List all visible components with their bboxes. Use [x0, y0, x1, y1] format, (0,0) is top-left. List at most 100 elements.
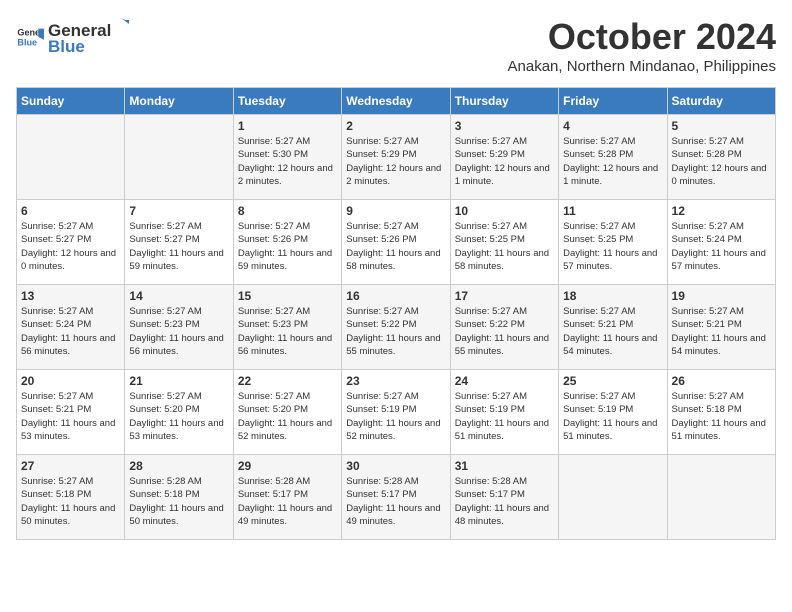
- column-header-sunday: Sunday: [17, 88, 125, 115]
- day-number: 25: [563, 374, 662, 388]
- day-content: Sunrise: 5:27 AM Sunset: 5:26 PM Dayligh…: [346, 220, 445, 273]
- logo-icon: General Blue: [16, 23, 44, 51]
- calendar-cell: 8 Sunrise: 5:27 AM Sunset: 5:26 PM Daylig…: [233, 200, 341, 285]
- month-title: October 2024: [508, 16, 777, 58]
- calendar-cell: [667, 455, 775, 540]
- calendar-header-row: SundayMondayTuesdayWednesdayThursdayFrid…: [17, 88, 776, 115]
- day-content: Sunrise: 5:27 AM Sunset: 5:18 PM Dayligh…: [21, 475, 120, 528]
- calendar-body: 1 Sunrise: 5:27 AM Sunset: 5:30 PM Daylig…: [17, 115, 776, 540]
- day-number: 14: [129, 289, 228, 303]
- day-number: 23: [346, 374, 445, 388]
- title-section: October 2024 Anakan, Northern Mindanao, …: [508, 16, 777, 75]
- day-number: 18: [563, 289, 662, 303]
- calendar-cell: 23 Sunrise: 5:27 AM Sunset: 5:19 PM Dayli…: [342, 370, 450, 455]
- day-content: Sunrise: 5:27 AM Sunset: 5:21 PM Dayligh…: [21, 390, 120, 443]
- day-content: Sunrise: 5:27 AM Sunset: 5:26 PM Dayligh…: [238, 220, 337, 273]
- calendar-cell: 6 Sunrise: 5:27 AM Sunset: 5:27 PM Daylig…: [17, 200, 125, 285]
- day-content: Sunrise: 5:28 AM Sunset: 5:17 PM Dayligh…: [238, 475, 337, 528]
- day-content: Sunrise: 5:27 AM Sunset: 5:20 PM Dayligh…: [129, 390, 228, 443]
- column-header-saturday: Saturday: [667, 88, 775, 115]
- calendar-cell: 14 Sunrise: 5:27 AM Sunset: 5:23 PM Dayli…: [125, 285, 233, 370]
- calendar-cell: 1 Sunrise: 5:27 AM Sunset: 5:30 PM Daylig…: [233, 115, 341, 200]
- calendar-cell: 24Sunrise: 5:27 AM Sunset: 5:19 PM Dayli…: [450, 370, 558, 455]
- day-content: Sunrise: 5:27 AM Sunset: 5:22 PM Dayligh…: [346, 305, 445, 358]
- day-number: 15: [238, 289, 337, 303]
- calendar-table: SundayMondayTuesdayWednesdayThursdayFrid…: [16, 87, 776, 540]
- day-number: 5: [672, 119, 771, 133]
- calendar-cell: 21 Sunrise: 5:27 AM Sunset: 5:20 PM Dayli…: [125, 370, 233, 455]
- day-content: Sunrise: 5:27 AM Sunset: 5:27 PM Dayligh…: [21, 220, 120, 273]
- calendar-cell: 22Sunrise: 5:27 AM Sunset: 5:20 PM Dayli…: [233, 370, 341, 455]
- day-content: Sunrise: 5:27 AM Sunset: 5:29 PM Dayligh…: [346, 135, 445, 188]
- day-number: 8: [238, 204, 337, 218]
- calendar-cell: 25 Sunrise: 5:27 AM Sunset: 5:19 PM Dayli…: [559, 370, 667, 455]
- day-number: 4: [563, 119, 662, 133]
- day-number: 26: [672, 374, 771, 388]
- day-content: Sunrise: 5:28 AM Sunset: 5:17 PM Dayligh…: [455, 475, 554, 528]
- day-content: Sunrise: 5:27 AM Sunset: 5:23 PM Dayligh…: [238, 305, 337, 358]
- calendar-cell: 11 Sunrise: 5:27 AM Sunset: 5:25 PM Dayli…: [559, 200, 667, 285]
- day-number: 30: [346, 459, 445, 473]
- day-number: 2: [346, 119, 445, 133]
- day-content: Sunrise: 5:27 AM Sunset: 5:30 PM Dayligh…: [238, 135, 337, 188]
- calendar-cell: 13Sunrise: 5:27 AM Sunset: 5:24 PM Dayli…: [17, 285, 125, 370]
- calendar-cell: 4 Sunrise: 5:27 AM Sunset: 5:28 PM Daylig…: [559, 115, 667, 200]
- day-content: Sunrise: 5:28 AM Sunset: 5:18 PM Dayligh…: [129, 475, 228, 528]
- day-number: 29: [238, 459, 337, 473]
- column-header-monday: Monday: [125, 88, 233, 115]
- day-content: Sunrise: 5:27 AM Sunset: 5:25 PM Dayligh…: [563, 220, 662, 273]
- calendar-cell: 9 Sunrise: 5:27 AM Sunset: 5:26 PM Daylig…: [342, 200, 450, 285]
- calendar-cell: 20 Sunrise: 5:27 AM Sunset: 5:21 PM Dayli…: [17, 370, 125, 455]
- logo-bird-icon: [111, 16, 131, 36]
- calendar-cell: 15 Sunrise: 5:27 AM Sunset: 5:23 PM Dayli…: [233, 285, 341, 370]
- day-number: 16: [346, 289, 445, 303]
- day-content: Sunrise: 5:28 AM Sunset: 5:17 PM Dayligh…: [346, 475, 445, 528]
- day-content: Sunrise: 5:27 AM Sunset: 5:21 PM Dayligh…: [672, 305, 771, 358]
- calendar-cell: 28Sunrise: 5:28 AM Sunset: 5:18 PM Dayli…: [125, 455, 233, 540]
- day-content: Sunrise: 5:27 AM Sunset: 5:19 PM Dayligh…: [346, 390, 445, 443]
- day-number: 17: [455, 289, 554, 303]
- day-number: 10: [455, 204, 554, 218]
- day-content: Sunrise: 5:27 AM Sunset: 5:28 PM Dayligh…: [563, 135, 662, 188]
- calendar-cell: 10 Sunrise: 5:27 AM Sunset: 5:25 PM Dayli…: [450, 200, 558, 285]
- column-header-thursday: Thursday: [450, 88, 558, 115]
- day-content: Sunrise: 5:27 AM Sunset: 5:21 PM Dayligh…: [563, 305, 662, 358]
- day-number: 6: [21, 204, 120, 218]
- calendar-cell: 30 Sunrise: 5:28 AM Sunset: 5:17 PM Dayli…: [342, 455, 450, 540]
- day-content: Sunrise: 5:27 AM Sunset: 5:25 PM Dayligh…: [455, 220, 554, 273]
- header: General Blue General Blue October 2024 A…: [16, 16, 776, 75]
- calendar-cell: 17 Sunrise: 5:27 AM Sunset: 5:22 PM Dayli…: [450, 285, 558, 370]
- day-content: Sunrise: 5:27 AM Sunset: 5:19 PM Dayligh…: [455, 390, 554, 443]
- calendar-week-5: 27Sunrise: 5:27 AM Sunset: 5:18 PM Dayli…: [17, 455, 776, 540]
- day-number: 11: [563, 204, 662, 218]
- calendar-cell: 3Sunrise: 5:27 AM Sunset: 5:29 PM Daylig…: [450, 115, 558, 200]
- logo: General Blue General Blue: [16, 16, 131, 57]
- calendar-cell: 2 Sunrise: 5:27 AM Sunset: 5:29 PM Daylig…: [342, 115, 450, 200]
- day-number: 7: [129, 204, 228, 218]
- day-number: 1: [238, 119, 337, 133]
- calendar-cell: 5 Sunrise: 5:27 AM Sunset: 5:28 PM Daylig…: [667, 115, 775, 200]
- calendar-cell: 7 Sunrise: 5:27 AM Sunset: 5:27 PM Daylig…: [125, 200, 233, 285]
- column-header-wednesday: Wednesday: [342, 88, 450, 115]
- day-content: Sunrise: 5:27 AM Sunset: 5:19 PM Dayligh…: [563, 390, 662, 443]
- day-content: Sunrise: 5:27 AM Sunset: 5:18 PM Dayligh…: [672, 390, 771, 443]
- calendar-cell: 27Sunrise: 5:27 AM Sunset: 5:18 PM Dayli…: [17, 455, 125, 540]
- location-title: Anakan, Northern Mindanao, Philippines: [508, 58, 777, 75]
- day-content: Sunrise: 5:27 AM Sunset: 5:28 PM Dayligh…: [672, 135, 771, 188]
- day-number: 12: [672, 204, 771, 218]
- day-number: 9: [346, 204, 445, 218]
- day-content: Sunrise: 5:27 AM Sunset: 5:22 PM Dayligh…: [455, 305, 554, 358]
- calendar-cell: [17, 115, 125, 200]
- calendar-week-3: 13Sunrise: 5:27 AM Sunset: 5:24 PM Dayli…: [17, 285, 776, 370]
- day-number: 20: [21, 374, 120, 388]
- day-content: Sunrise: 5:27 AM Sunset: 5:27 PM Dayligh…: [129, 220, 228, 273]
- calendar-week-1: 1 Sunrise: 5:27 AM Sunset: 5:30 PM Daylig…: [17, 115, 776, 200]
- calendar-week-2: 6 Sunrise: 5:27 AM Sunset: 5:27 PM Daylig…: [17, 200, 776, 285]
- day-number: 22: [238, 374, 337, 388]
- calendar-week-4: 20 Sunrise: 5:27 AM Sunset: 5:21 PM Dayli…: [17, 370, 776, 455]
- day-number: 21: [129, 374, 228, 388]
- calendar-cell: 18 Sunrise: 5:27 AM Sunset: 5:21 PM Dayli…: [559, 285, 667, 370]
- calendar-cell: 29 Sunrise: 5:28 AM Sunset: 5:17 PM Dayli…: [233, 455, 341, 540]
- day-content: Sunrise: 5:27 AM Sunset: 5:23 PM Dayligh…: [129, 305, 228, 358]
- day-number: 31: [455, 459, 554, 473]
